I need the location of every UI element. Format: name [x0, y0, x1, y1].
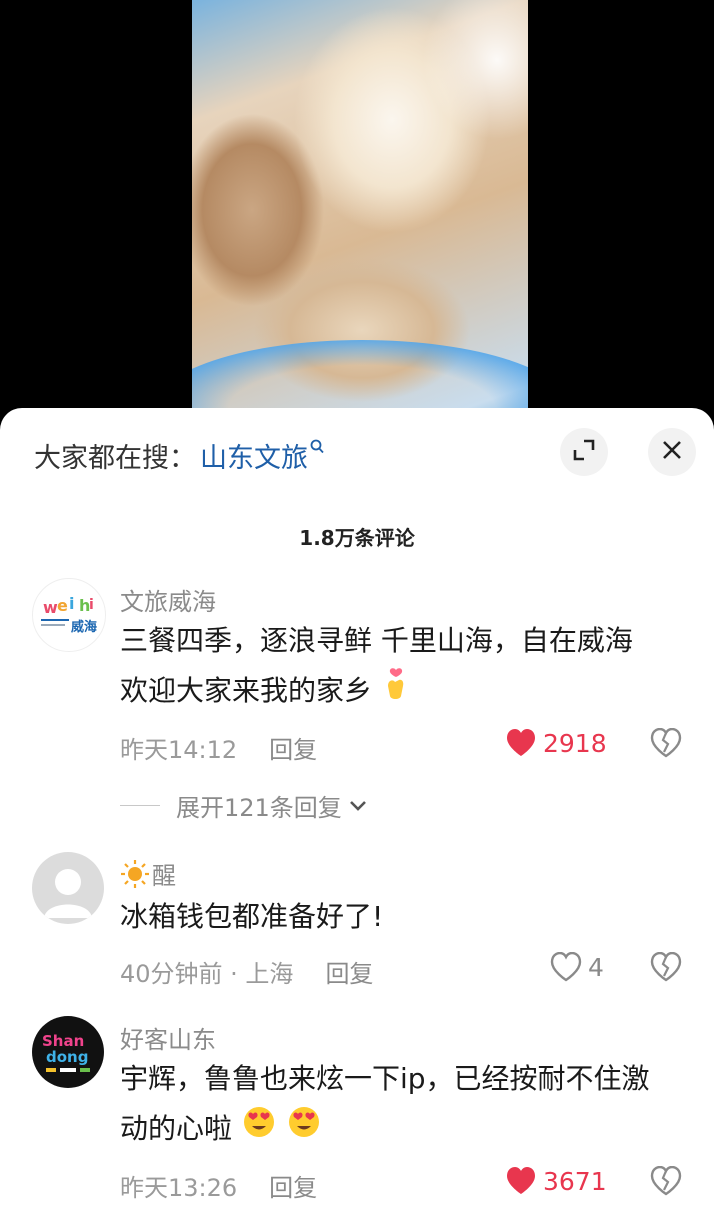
avatar[interactable]: w e i h i 威海 — [32, 578, 106, 652]
reply-button[interactable]: 回复 — [325, 954, 373, 989]
comment-text: 三餐四季，逐浪寻鲜 千里山海，自在威海 欢迎大家来我的家乡 — [120, 616, 690, 718]
search-term-link[interactable]: 山东文旅 — [200, 436, 308, 475]
comment-username[interactable]: 好客山东 — [120, 1020, 216, 1055]
svg-text:威海: 威海 — [71, 619, 97, 635]
heart-hands-emoji-icon — [381, 666, 411, 718]
comment-meta: 40分钟前 · 上海 回复 — [120, 954, 373, 989]
reply-button[interactable]: 回复 — [269, 730, 317, 765]
dislike-button[interactable] — [650, 727, 682, 762]
comment-line: 动的心啦 — [120, 1112, 233, 1145]
svg-text:dong: dong — [46, 1048, 88, 1066]
heart-eyes-emoji-icon — [241, 1105, 277, 1155]
svg-text:i: i — [69, 594, 74, 613]
expand-replies-label: 展开121条回复 — [176, 794, 342, 822]
broken-heart-icon — [650, 951, 682, 986]
broken-heart-icon — [650, 727, 682, 762]
comments-sheet: 大家都在搜： 山东文旅 1.8万条评论 w e i h i 威海 文旅威海 三餐… — [0, 408, 714, 1208]
comment-line: 欢迎大家来我的家乡 — [120, 674, 373, 707]
like-count: 4 — [588, 952, 604, 982]
search-suggestion[interactable]: 大家都在搜： 山东文旅 — [34, 436, 326, 475]
heart-filled-icon — [505, 728, 537, 758]
svg-text:i: i — [89, 597, 94, 613]
avatar[interactable] — [32, 852, 104, 924]
comments-count: 1.8万条评论 — [299, 526, 415, 550]
comment-username[interactable]: 文旅威海 — [120, 582, 216, 617]
divider — [120, 805, 160, 806]
search-icon — [310, 439, 326, 461]
video-player[interactable] — [0, 0, 714, 430]
sun-icon — [120, 859, 150, 889]
comment-time: 40分钟前 · 上海 — [120, 960, 294, 988]
comment-username-row[interactable]: 醒 — [120, 856, 176, 891]
like-button[interactable]: 4 — [550, 952, 604, 982]
comment-line: 冰箱钱包都准备好了! — [120, 900, 384, 933]
expand-replies-button[interactable]: 展开121条回复 — [120, 788, 368, 823]
like-count: 2918 — [543, 728, 607, 758]
chevron-down-icon — [348, 799, 368, 813]
comment-meta: 昨天14:12 回复 — [120, 730, 317, 765]
dislike-button[interactable] — [650, 1165, 682, 1200]
svg-text:w: w — [43, 598, 58, 617]
dislike-button[interactable] — [650, 951, 682, 986]
comment-time: 昨天14:12 — [120, 736, 238, 764]
comment-text: 冰箱钱包都准备好了! — [120, 892, 690, 942]
avatar[interactable]: Shan dong — [32, 1016, 104, 1088]
expand-icon — [571, 437, 597, 467]
comment-username: 醒 — [152, 862, 176, 890]
like-count: 3671 — [543, 1166, 607, 1196]
comment-text: 宇辉，鲁鲁也来炫一下ip，已经按耐不住激 动的心啦 — [120, 1054, 690, 1155]
comment-line: 三餐四季，逐浪寻鲜 千里山海，自在威海 — [120, 624, 633, 657]
heart-eyes-emoji-icon — [286, 1105, 322, 1155]
search-prefix: 大家都在搜： — [34, 443, 196, 474]
broken-heart-icon — [650, 1165, 682, 1200]
svg-text:e: e — [57, 596, 68, 615]
close-button[interactable] — [648, 428, 696, 476]
like-button[interactable]: 3671 — [505, 1166, 607, 1196]
close-icon — [661, 439, 683, 465]
heart-filled-icon — [505, 1166, 537, 1196]
heart-outline-icon — [550, 952, 582, 982]
video-frame-image — [192, 0, 528, 430]
expand-button[interactable] — [560, 428, 608, 476]
comment-line: 宇辉，鲁鲁也来炫一下ip，已经按耐不住激 — [120, 1062, 650, 1095]
like-button[interactable]: 2918 — [505, 728, 607, 758]
